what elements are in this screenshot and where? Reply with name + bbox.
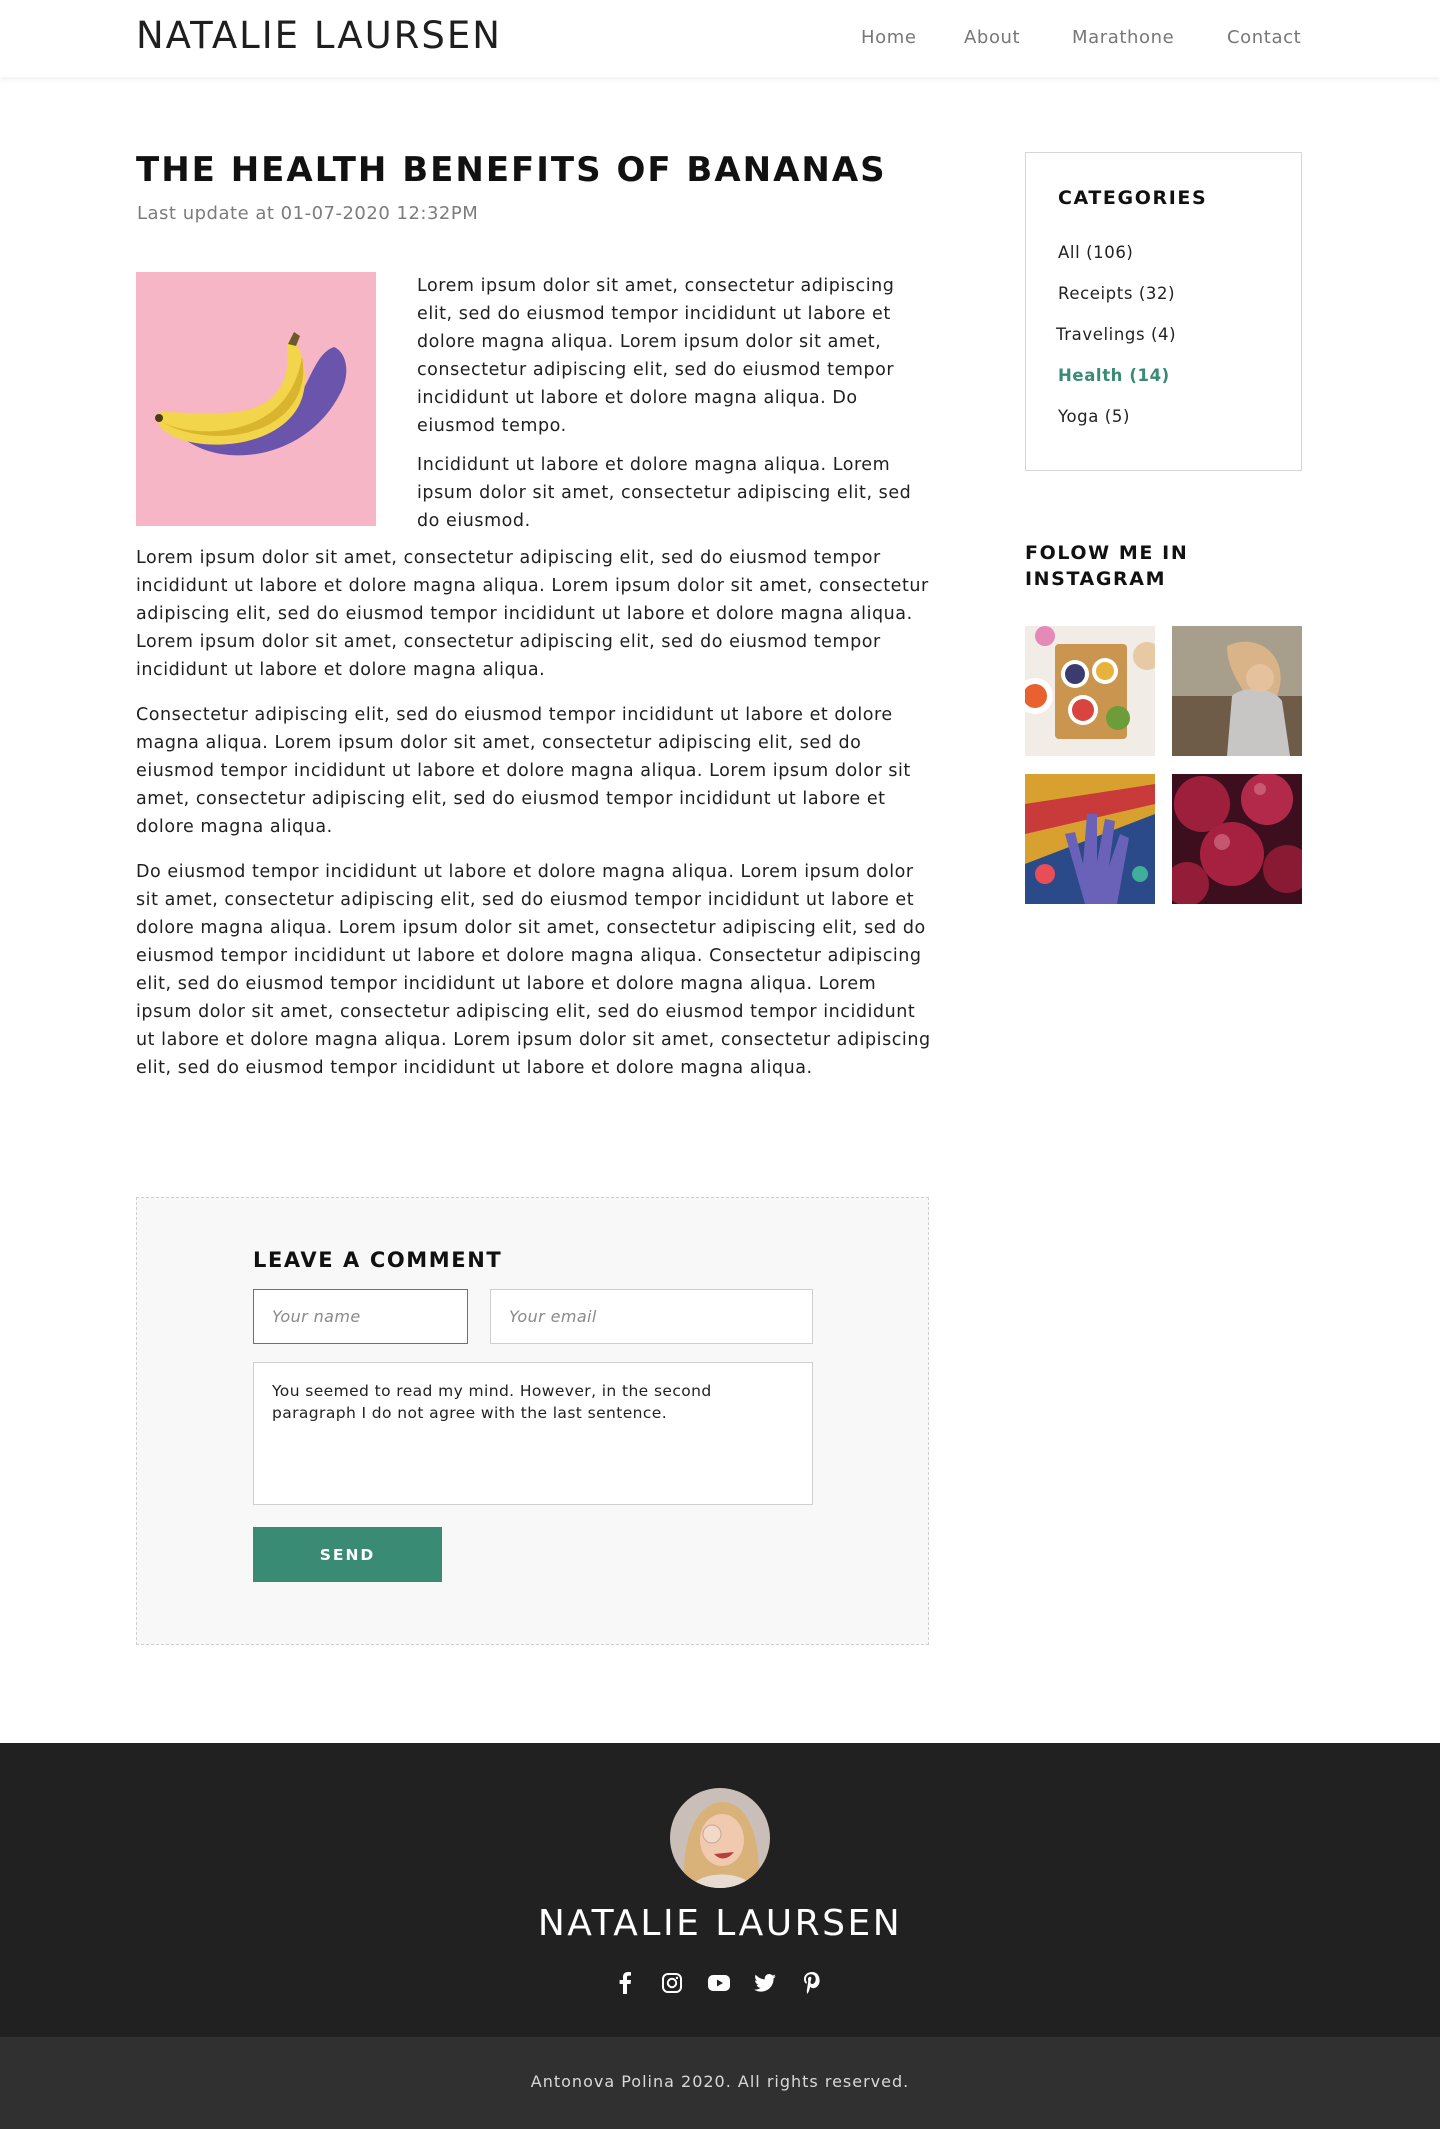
instagram-title: FOLOW ME IN INSTAGRAM — [1025, 542, 1189, 590]
categories-title: CATEGORIES — [1058, 187, 1208, 209]
post-paragraph-5: Do eiusmod tempor incididunt ut labore e… — [136, 862, 931, 1078]
nav-home[interactable]: Home — [861, 27, 917, 48]
post-paragraph-4: Consectetur adipiscing elit, sed do eius… — [136, 705, 911, 837]
copyright-bar: Antonova Polina 2020. All rights reserve… — [0, 2037, 1440, 2129]
categories-panel: CATEGORIES All (106) Receipts (32) Trave… — [1025, 152, 1302, 471]
post-paragraph-3: Lorem ipsum dolor sit amet, consectetur … — [136, 548, 929, 680]
site-header: NATALIE LAURSEN Home About Marathone Con… — [0, 0, 1440, 77]
post-paragraph-2: Incididunt ut labore et dolore magna ali… — [417, 455, 912, 531]
pinterest-icon[interactable] — [797, 1968, 827, 1998]
post-date: Last update at 01-07-2020 12:32PM — [137, 203, 479, 224]
comment-title: LEAVE A COMMENT — [253, 1248, 503, 1272]
nav-about[interactable]: About — [964, 27, 1020, 48]
nav-marathone[interactable]: Marathone — [1072, 27, 1174, 48]
avatar — [670, 1788, 770, 1888]
comment-form: LEAVE A COMMENT You seemed to read my mi… — [136, 1197, 929, 1645]
comment-textarea[interactable]: You seemed to read my mind. However, in … — [253, 1362, 813, 1505]
twitter-icon[interactable] — [750, 1968, 780, 1998]
site-footer: NATALIE LAURSEN — [0, 1743, 1440, 2037]
instagram-photo-woman[interactable] — [1172, 626, 1302, 756]
copyright-text: Antonova Polina 2020. All rights reserve… — [530, 2072, 910, 2091]
email-input[interactable] — [490, 1289, 813, 1344]
facebook-icon[interactable] — [610, 1968, 640, 1998]
category-travelings[interactable]: Travelings (4) — [1056, 325, 1176, 344]
footer-name: NATALIE LAURSEN — [537, 1903, 903, 1944]
main-nav: Home About Marathone Contact — [0, 27, 1440, 51]
instagram-photo-food[interactable] — [1025, 626, 1155, 756]
category-receipts[interactable]: Receipts (32) — [1058, 284, 1175, 303]
category-health[interactable]: Health (14) — [1058, 366, 1170, 385]
category-all[interactable]: All (106) — [1058, 243, 1133, 262]
send-button[interactable]: SEND — [253, 1527, 442, 1582]
category-yoga[interactable]: Yoga (5) — [1058, 407, 1130, 426]
instagram-icon[interactable] — [657, 1968, 687, 1998]
instagram-photo-hand[interactable] — [1025, 774, 1155, 904]
post-title: THE HEALTH BENEFITS OF BANANAS — [136, 150, 887, 190]
youtube-icon[interactable] — [704, 1968, 734, 1998]
instagram-photo-pomegranates[interactable] — [1172, 774, 1302, 904]
nav-contact[interactable]: Contact — [1227, 27, 1301, 48]
banana-illustration — [136, 272, 376, 526]
post-paragraph-1: Lorem ipsum dolor sit amet, consectetur … — [417, 276, 895, 436]
banana-photo — [136, 272, 376, 526]
name-input[interactable] — [253, 1289, 468, 1344]
